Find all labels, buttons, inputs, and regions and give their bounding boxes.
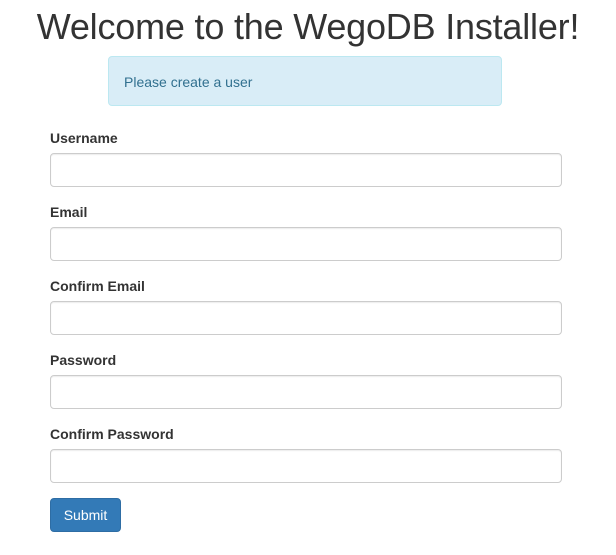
password-group: Password — [50, 350, 562, 409]
create-user-form: Username Email Confirm Email Password Co… — [50, 128, 562, 498]
confirm-password-input[interactable] — [50, 449, 562, 483]
confirm-email-group: Confirm Email — [50, 276, 562, 335]
password-label: Password — [50, 352, 117, 368]
email-group: Email — [50, 202, 562, 261]
submit-button[interactable]: Submit — [50, 498, 121, 532]
confirm-email-input[interactable] — [50, 301, 562, 335]
username-label: Username — [50, 130, 118, 146]
alert-message: Please create a user — [124, 74, 253, 90]
email-input[interactable] — [50, 227, 562, 261]
page-title: Welcome to the WegoDB Installer! — [36, 6, 580, 47]
confirm-password-group: Confirm Password — [50, 424, 562, 483]
password-input[interactable] — [50, 375, 562, 409]
email-label: Email — [50, 204, 88, 220]
info-alert: Please create a user — [108, 56, 502, 106]
confirm-email-label: Confirm Email — [50, 278, 145, 294]
username-input[interactable] — [50, 153, 562, 187]
username-group: Username — [50, 128, 562, 187]
confirm-password-label: Confirm Password — [50, 426, 174, 442]
